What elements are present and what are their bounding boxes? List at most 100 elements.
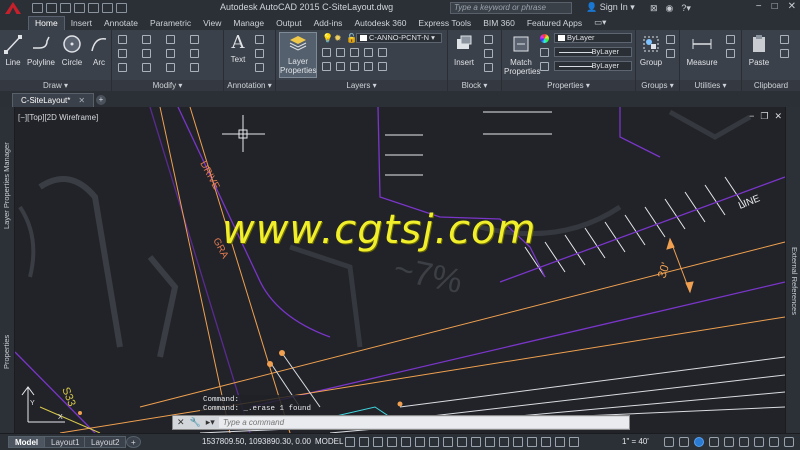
workspace-icon[interactable]: [664, 437, 674, 447]
layer-lock-tool-icon[interactable]: [336, 62, 345, 71]
layer-unisolate-icon[interactable]: [350, 48, 359, 57]
layer-walk-icon[interactable]: [364, 62, 373, 71]
explode-icon[interactable]: [190, 49, 199, 58]
move-icon[interactable]: [118, 35, 127, 44]
match-properties-button[interactable]: Match Properties: [504, 34, 540, 76]
dimension-icon[interactable]: [255, 35, 264, 44]
autocad-logo-icon[interactable]: [0, 0, 26, 16]
tab-output[interactable]: Output: [270, 17, 308, 30]
layer-isolate-icon[interactable]: [336, 48, 345, 57]
layer-match-icon[interactable]: [364, 48, 373, 57]
search-input[interactable]: Type a keyword or phrase: [450, 2, 572, 14]
a360-icon[interactable]: ◉: [666, 3, 674, 14]
new-icon[interactable]: [32, 3, 43, 13]
dynamic-ucs-icon[interactable]: [499, 437, 509, 447]
layer-properties-manager-tab[interactable]: Layer Properties Manager: [2, 142, 11, 229]
copy-icon[interactable]: [118, 49, 127, 58]
leader-icon[interactable]: [255, 49, 264, 58]
model-space-toggle[interactable]: MODEL: [315, 437, 343, 446]
autoscale-icon[interactable]: [555, 437, 565, 447]
group-edit-icon[interactable]: [666, 49, 675, 58]
save-icon[interactable]: [60, 3, 71, 13]
quick-properties-icon[interactable]: [709, 437, 719, 447]
save-as-icon[interactable]: [74, 3, 85, 13]
viewport-close-icon[interactable]: ✕: [774, 111, 782, 122]
stretch-icon[interactable]: [118, 63, 127, 72]
layer-freeze-icon[interactable]: ✹: [334, 33, 342, 44]
grid-icon[interactable]: [345, 437, 355, 447]
selection-filter-icon[interactable]: [513, 437, 523, 447]
quick-select-icon[interactable]: [726, 35, 735, 44]
close-icon[interactable]: ✕: [788, 1, 796, 12]
table-icon[interactable]: [255, 63, 264, 72]
viewport-restore-icon[interactable]: ❐: [760, 111, 768, 122]
layout-tab-layout1[interactable]: Layout1: [44, 436, 87, 448]
layout-tab-layout2[interactable]: Layout2: [84, 436, 127, 448]
circle-button[interactable]: Circle: [58, 34, 86, 67]
lineweight-dropdown[interactable]: ByLayer: [554, 47, 632, 57]
layer-previous-icon[interactable]: [378, 48, 387, 57]
layout-tab-model[interactable]: Model: [8, 436, 46, 448]
measure-button[interactable]: Measure: [684, 34, 720, 67]
tab-featured-apps[interactable]: Featured Apps: [521, 17, 588, 30]
tab-insert[interactable]: Insert: [65, 17, 98, 30]
copy-clip-icon[interactable]: [780, 49, 789, 58]
tab-parametric[interactable]: Parametric: [144, 17, 197, 30]
lineweight-toggle-icon[interactable]: [443, 437, 453, 447]
drawing-area[interactable]: Y X DRIVE GRA LINE 30' S33 ~7% Layer Pro…: [0, 107, 800, 433]
undo-icon[interactable]: [102, 3, 113, 13]
tab-view[interactable]: View: [197, 17, 227, 30]
polyline-button[interactable]: Polyline: [26, 34, 56, 67]
transparency-icon[interactable]: [457, 437, 467, 447]
selection-cycling-icon[interactable]: [471, 437, 481, 447]
sign-in-link[interactable]: 👤 Sign In ▾: [586, 2, 635, 13]
doc-tab-site-layout[interactable]: C-SiteLayout* ✕: [12, 93, 95, 107]
line-button[interactable]: Line: [2, 34, 24, 67]
tab-bim-360[interactable]: BIM 360: [477, 17, 521, 30]
add-layout-button[interactable]: +: [126, 436, 141, 448]
layer-freeze-tool-icon[interactable]: [322, 62, 331, 71]
mirror-icon[interactable]: [142, 49, 151, 58]
offset-icon[interactable]: [190, 63, 199, 72]
scale-icon[interactable]: [142, 63, 151, 72]
layer-on-icon[interactable]: 💡: [322, 33, 333, 44]
tab-express-tools[interactable]: Express Tools: [412, 17, 477, 30]
calculator-icon[interactable]: [726, 49, 735, 58]
tab-annotate[interactable]: Annotate: [98, 17, 144, 30]
edit-block-icon[interactable]: [484, 49, 493, 58]
annotation-scale-value[interactable]: 1" = 40': [622, 437, 649, 446]
layer-off-icon[interactable]: [322, 48, 331, 57]
array-icon[interactable]: [166, 63, 175, 72]
layer-merge-icon[interactable]: [378, 62, 387, 71]
annotation-visibility-icon[interactable]: [541, 437, 551, 447]
color-dropdown[interactable]: ByLayer: [554, 33, 632, 43]
close-command-icon[interactable]: ✕: [177, 417, 185, 428]
layer-current-icon[interactable]: [350, 62, 359, 71]
group-button[interactable]: Group: [638, 34, 664, 67]
viewport-controls[interactable]: [−][Top][2D Wireframe]: [18, 113, 98, 122]
units-icon[interactable]: [694, 437, 704, 447]
minimize-icon[interactable]: −: [756, 1, 762, 12]
annotation-scale-icon[interactable]: [569, 437, 579, 447]
edit-attributes-icon[interactable]: [484, 63, 493, 72]
close-tab-icon[interactable]: ✕: [78, 96, 85, 105]
command-input[interactable]: [218, 417, 629, 428]
tab-home[interactable]: Home: [28, 16, 65, 30]
osnap-icon[interactable]: [429, 437, 439, 447]
print-icon[interactable]: [88, 3, 99, 13]
erase-icon[interactable]: [190, 35, 199, 44]
3d-osnap-icon[interactable]: [485, 437, 495, 447]
help-icon[interactable]: ?▾: [681, 3, 691, 14]
new-tab-button[interactable]: +: [96, 95, 106, 105]
paste-button[interactable]: Paste: [746, 34, 772, 67]
layer-dropdown[interactable]: C-ANNO-PCNT-N ▾: [356, 33, 442, 43]
snap-icon[interactable]: [359, 437, 369, 447]
gizmo-icon[interactable]: [527, 437, 537, 447]
fillet-icon[interactable]: [166, 49, 175, 58]
trim-icon[interactable]: [166, 35, 175, 44]
exchange-icon[interactable]: ⊠: [650, 3, 658, 14]
layer-properties-button[interactable]: Layer Properties: [279, 32, 317, 78]
insert-button[interactable]: Insert: [450, 34, 478, 67]
create-block-icon[interactable]: [484, 35, 493, 44]
hardware-acceleration-icon[interactable]: [754, 437, 764, 447]
